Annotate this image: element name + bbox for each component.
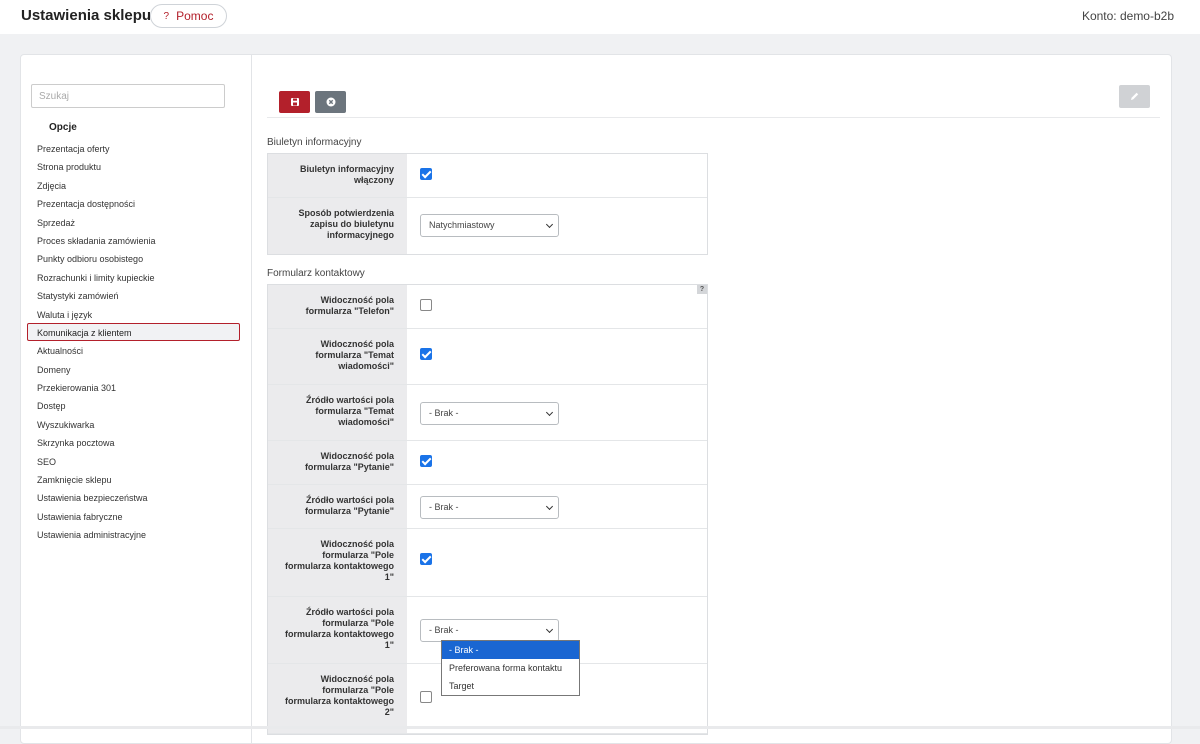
sidebar-item[interactable]: Prezentacja dostępności [27, 194, 240, 212]
setting-value-cell: Natychmiastowy [407, 198, 707, 254]
setting-label: Źródło wartości pola formularza "Temat w… [268, 385, 407, 440]
sidebar-item[interactable]: Sprzedaż [27, 213, 240, 231]
setting-checkbox[interactable] [420, 348, 432, 360]
setting-row: Źródło wartości pola formularza "Temat w… [268, 385, 707, 441]
search-input[interactable] [31, 84, 225, 108]
setting-select-value: - Brak - [429, 408, 459, 418]
settings-card: Opcje Prezentacja ofertyStrona produktuZ… [20, 54, 1172, 744]
toolbar-divider [267, 117, 1160, 118]
help-icon[interactable]: ? [697, 285, 707, 294]
sidebar-item[interactable]: Strona produktu [27, 157, 240, 175]
newsletter-section-title: Biuletyn informacyjny [267, 137, 362, 148]
sidebar-item[interactable]: Ustawienia fabryczne [27, 507, 240, 525]
sidebar-item[interactable]: Aktualności [27, 341, 240, 359]
setting-value-cell: - Brak - [407, 485, 707, 528]
account-label: Konto: demo-b2b [1081, 9, 1174, 23]
sidebar-item[interactable]: Punkty odbioru osobistego [27, 249, 240, 267]
setting-label: Widoczność pola formularza "Telefon" [268, 285, 407, 328]
setting-value-cell: - Brak - [407, 385, 707, 440]
setting-row: Widoczność pola formularza "Pole formula… [268, 529, 707, 597]
sidebar-item[interactable]: Domeny [27, 360, 240, 378]
setting-row: Sposób potwierdzenia zapisu do biuletynu… [268, 198, 707, 254]
setting-checkbox[interactable] [420, 299, 432, 311]
setting-row: Widoczność pola formularza "Pytanie" [268, 441, 707, 485]
setting-checkbox[interactable] [420, 168, 432, 180]
dropdown-option[interactable]: - Brak - [442, 641, 579, 659]
setting-label: Widoczność pola formularza "Pytanie" [268, 441, 407, 484]
newsletter-settings-table: Biuletyn informacyjny włączony Sposób pot… [267, 153, 708, 255]
question-icon: ? [163, 10, 170, 22]
sidebar-item[interactable]: Prezentacja oferty [27, 139, 240, 157]
setting-value-cell [407, 154, 707, 197]
help-button[interactable]: ? Pomoc [150, 4, 227, 28]
setting-select-value: Natychmiastowy [429, 220, 495, 230]
setting-label: Widoczność pola formularza "Pole formula… [268, 664, 407, 733]
chevron-down-icon [545, 502, 554, 511]
dropdown-option[interactable]: Preferowana forma kontaktu [442, 659, 579, 677]
setting-label: Źródło wartości pola formularza "Pytanie… [268, 485, 407, 528]
sidebar-item[interactable]: Statystyki zamówień [27, 286, 240, 304]
sidebar-item[interactable]: Zdjęcia [27, 176, 240, 194]
setting-value-cell [407, 529, 707, 596]
setting-checkbox[interactable] [420, 455, 432, 467]
sidebar-item[interactable]: Wyszukiwarka [27, 415, 240, 433]
sidebar-item[interactable]: Komunikacja z klientem [27, 322, 240, 342]
setting-checkbox[interactable] [420, 553, 432, 565]
setting-label: Widoczność pola formularza "Temat wiadom… [268, 329, 407, 384]
save-button[interactable] [279, 91, 310, 113]
setting-select[interactable]: Natychmiastowy [420, 214, 559, 237]
sidebar: Opcje Prezentacja ofertyStrona produktuZ… [21, 55, 252, 743]
help-button-label: Pomoc [176, 9, 214, 23]
setting-row: Źródło wartości pola formularza "Pytanie… [268, 485, 707, 529]
sidebar-item[interactable]: Przekierowania 301 [27, 378, 240, 396]
top-bar: Ustawienia sklepu ? Pomoc Konto: demo-b2… [0, 0, 1200, 34]
setting-value-cell [407, 285, 707, 328]
source-dropdown-list[interactable]: - Brak - Preferowana forma kontaktu Target [441, 640, 580, 696]
setting-select-value: - Brak - [429, 625, 459, 635]
setting-checkbox[interactable] [420, 691, 432, 703]
save-icon [290, 98, 299, 106]
sidebar-item[interactable]: Ustawienia administracyjne [27, 525, 240, 543]
setting-select-value: - Brak - [429, 502, 459, 512]
setting-label: Sposób potwierdzenia zapisu do biuletynu… [268, 198, 407, 254]
setting-select[interactable]: - Brak - [420, 619, 559, 642]
setting-label: Widoczność pola formularza "Pole formula… [268, 529, 407, 596]
setting-select[interactable]: - Brak - [420, 496, 559, 519]
cancel-icon [326, 97, 335, 107]
chevron-down-icon [545, 625, 554, 634]
pencil-icon [1131, 92, 1139, 100]
sidebar-item[interactable]: SEO [27, 452, 240, 470]
setting-row: Widoczność pola formularza "Telefon" [268, 285, 707, 329]
page-title: Ustawienia sklepu [21, 7, 152, 24]
dropdown-option[interactable]: Target [442, 677, 579, 695]
setting-row: Biuletyn informacyjny włączony [268, 154, 707, 198]
sidebar-item[interactable]: Ustawienia bezpieczeństwa [27, 488, 240, 506]
edit-button[interactable] [1119, 85, 1150, 108]
sidebar-item[interactable]: Rozrachunki i limity kupieckie [27, 268, 240, 286]
sidebar-item[interactable]: Zamknięcie sklepu [27, 470, 240, 488]
setting-select[interactable]: - Brak - [420, 402, 559, 425]
sidebar-item[interactable]: Dostęp [27, 396, 240, 414]
sidebar-item[interactable]: Proces składania zamówienia [27, 231, 240, 249]
chevron-down-icon [545, 220, 554, 229]
sidebar-item[interactable]: Waluta i język [27, 305, 240, 323]
setting-value-cell [407, 329, 707, 384]
setting-label: Źródło wartości pola formularza "Pole fo… [268, 597, 407, 663]
setting-row: Widoczność pola formularza "Temat wiadom… [268, 329, 707, 385]
setting-label: Biuletyn informacyjny włączony [268, 154, 407, 197]
options-heading: Opcje [49, 122, 77, 133]
contact-form-section-title: Formularz kontaktowy [267, 268, 365, 279]
cancel-button[interactable] [315, 91, 346, 113]
chevron-down-icon [545, 408, 554, 417]
sidebar-nav: Prezentacja oferty Strona produktu Zdjęcia… [27, 139, 240, 544]
setting-value-cell [407, 441, 707, 484]
content-panel: Biuletyn informacyjny Biuletyn informacy… [253, 55, 1171, 743]
sidebar-item[interactable]: Skrzynka pocztowa [27, 433, 240, 451]
